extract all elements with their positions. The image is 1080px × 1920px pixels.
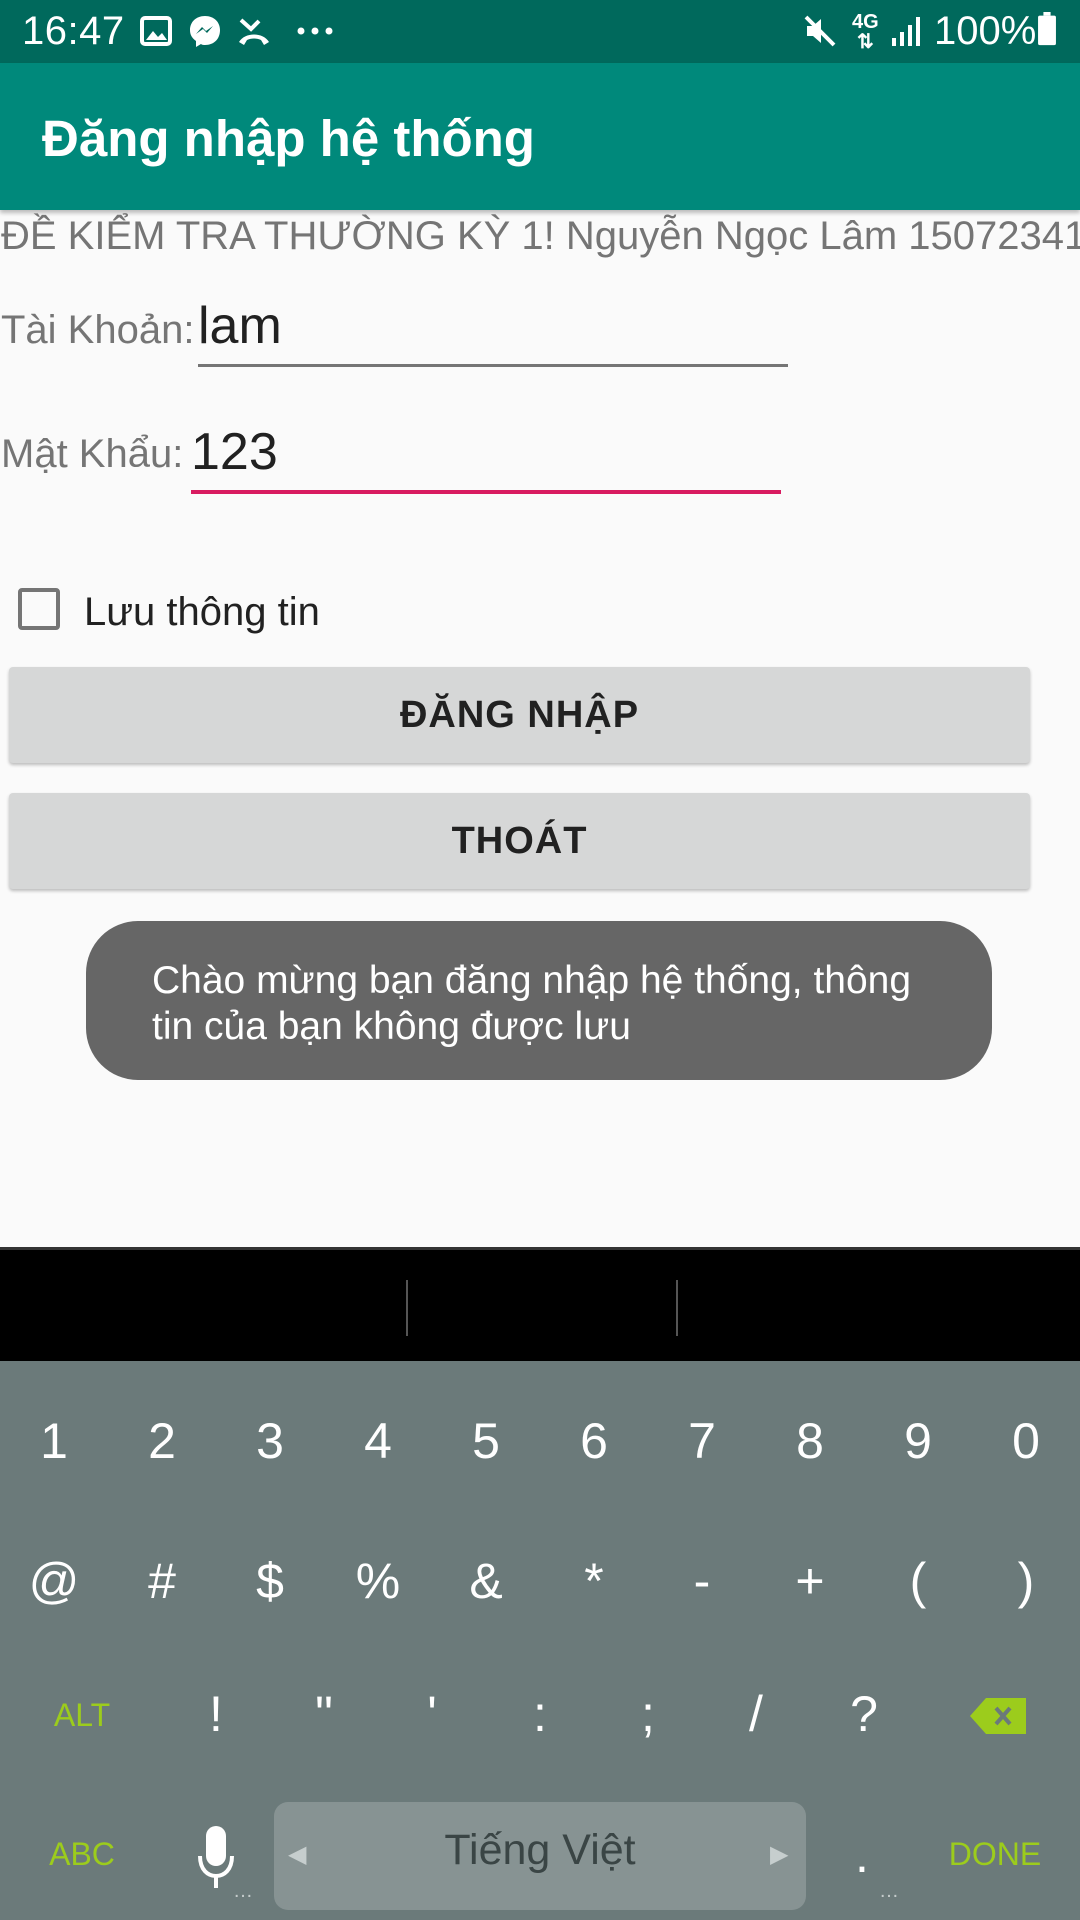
- key-1[interactable]: 1: [0, 1412, 108, 1470]
- messenger-icon: [190, 16, 220, 47]
- key-open-paren[interactable]: (: [864, 1552, 972, 1610]
- remember-label[interactable]: Lưu thông tin: [84, 590, 320, 635]
- password-underline: [191, 490, 781, 494]
- remember-checkbox[interactable]: [18, 588, 60, 630]
- key-exclamation[interactable]: !: [162, 1685, 270, 1743]
- account-value[interactable]: lam: [198, 296, 282, 356]
- mic-more-dots: …: [233, 1880, 253, 1902]
- key-single-quote[interactable]: ': [378, 1685, 486, 1743]
- status-bar: 16:47 4G ⇅ 100%: [0, 0, 1080, 63]
- password-label: Mật Khẩu:: [1, 432, 184, 476]
- account-field[interactable]: lam: [198, 290, 788, 370]
- key-hash[interactable]: #: [108, 1552, 216, 1610]
- key-asterisk[interactable]: *: [540, 1552, 648, 1610]
- battery-icon: [1038, 12, 1056, 46]
- signal-icon: [892, 17, 920, 46]
- key-6[interactable]: 6: [540, 1412, 648, 1470]
- microphone-icon[interactable]: [196, 1826, 236, 1894]
- account-label: Tài Khoản:: [1, 308, 195, 352]
- account-underline: [198, 364, 788, 367]
- key-7[interactable]: 7: [648, 1412, 756, 1470]
- backspace-icon[interactable]: [970, 1698, 1026, 1734]
- more-dots-icon: [297, 27, 333, 35]
- language-right-arrow[interactable]: ▶: [770, 1840, 788, 1869]
- key-alt[interactable]: ALT: [28, 1697, 136, 1734]
- password-field[interactable]: 123: [191, 414, 781, 498]
- key-minus[interactable]: -: [648, 1552, 756, 1610]
- key-period[interactable]: .: [808, 1826, 916, 1884]
- key-close-paren[interactable]: ): [972, 1552, 1080, 1610]
- key-0[interactable]: 0: [972, 1412, 1080, 1470]
- page-title: Đăng nhập hệ thống: [42, 110, 535, 167]
- key-plus[interactable]: +: [756, 1552, 864, 1610]
- missed-call-icon: [239, 18, 269, 45]
- battery-percent: 100%: [934, 9, 1037, 53]
- image-icon: [140, 16, 172, 46]
- key-percent[interactable]: %: [324, 1552, 432, 1610]
- key-ampersand[interactable]: &: [432, 1552, 540, 1610]
- key-colon[interactable]: :: [486, 1685, 594, 1743]
- key-5[interactable]: 5: [432, 1412, 540, 1470]
- key-at[interactable]: @: [0, 1552, 108, 1610]
- key-9[interactable]: 9: [864, 1412, 972, 1470]
- key-abc[interactable]: ABC: [28, 1836, 136, 1873]
- app-bar: Đăng nhập hệ thống: [0, 63, 1080, 210]
- network-4g-icon: 4G ⇅: [852, 11, 879, 53]
- login-button[interactable]: ĐĂNG NHẬP: [9, 667, 1030, 763]
- key-double-quote[interactable]: ": [270, 1685, 378, 1743]
- toast-message: Chào mừng bạn đăng nhập hệ thống, thông …: [86, 921, 992, 1080]
- exit-button[interactable]: THOÁT: [9, 793, 1030, 889]
- language-label: Tiếng Việt: [444, 1826, 636, 1874]
- mute-icon: [804, 15, 836, 47]
- key-2[interactable]: 2: [108, 1412, 216, 1470]
- key-done[interactable]: DONE: [940, 1836, 1050, 1873]
- status-time: 16:47: [22, 9, 125, 53]
- key-3[interactable]: 3: [216, 1412, 324, 1470]
- key-8[interactable]: 8: [756, 1412, 864, 1470]
- key-4[interactable]: 4: [324, 1412, 432, 1470]
- key-semicolon[interactable]: ;: [594, 1685, 702, 1743]
- suggestion-divider: [676, 1280, 678, 1336]
- key-question[interactable]: ?: [810, 1685, 918, 1743]
- exam-heading: ĐỀ KIỂM TRA THƯỜNG KỲ 1! Nguyễn Ngọc Lâm…: [1, 214, 1080, 258]
- key-dollar[interactable]: $: [216, 1552, 324, 1610]
- suggestion-divider: [406, 1280, 408, 1336]
- keyboard-suggestion-strip: [0, 1247, 1080, 1364]
- period-more-dots: …: [879, 1880, 899, 1902]
- password-value[interactable]: 123: [191, 422, 278, 482]
- key-slash[interactable]: /: [702, 1685, 810, 1743]
